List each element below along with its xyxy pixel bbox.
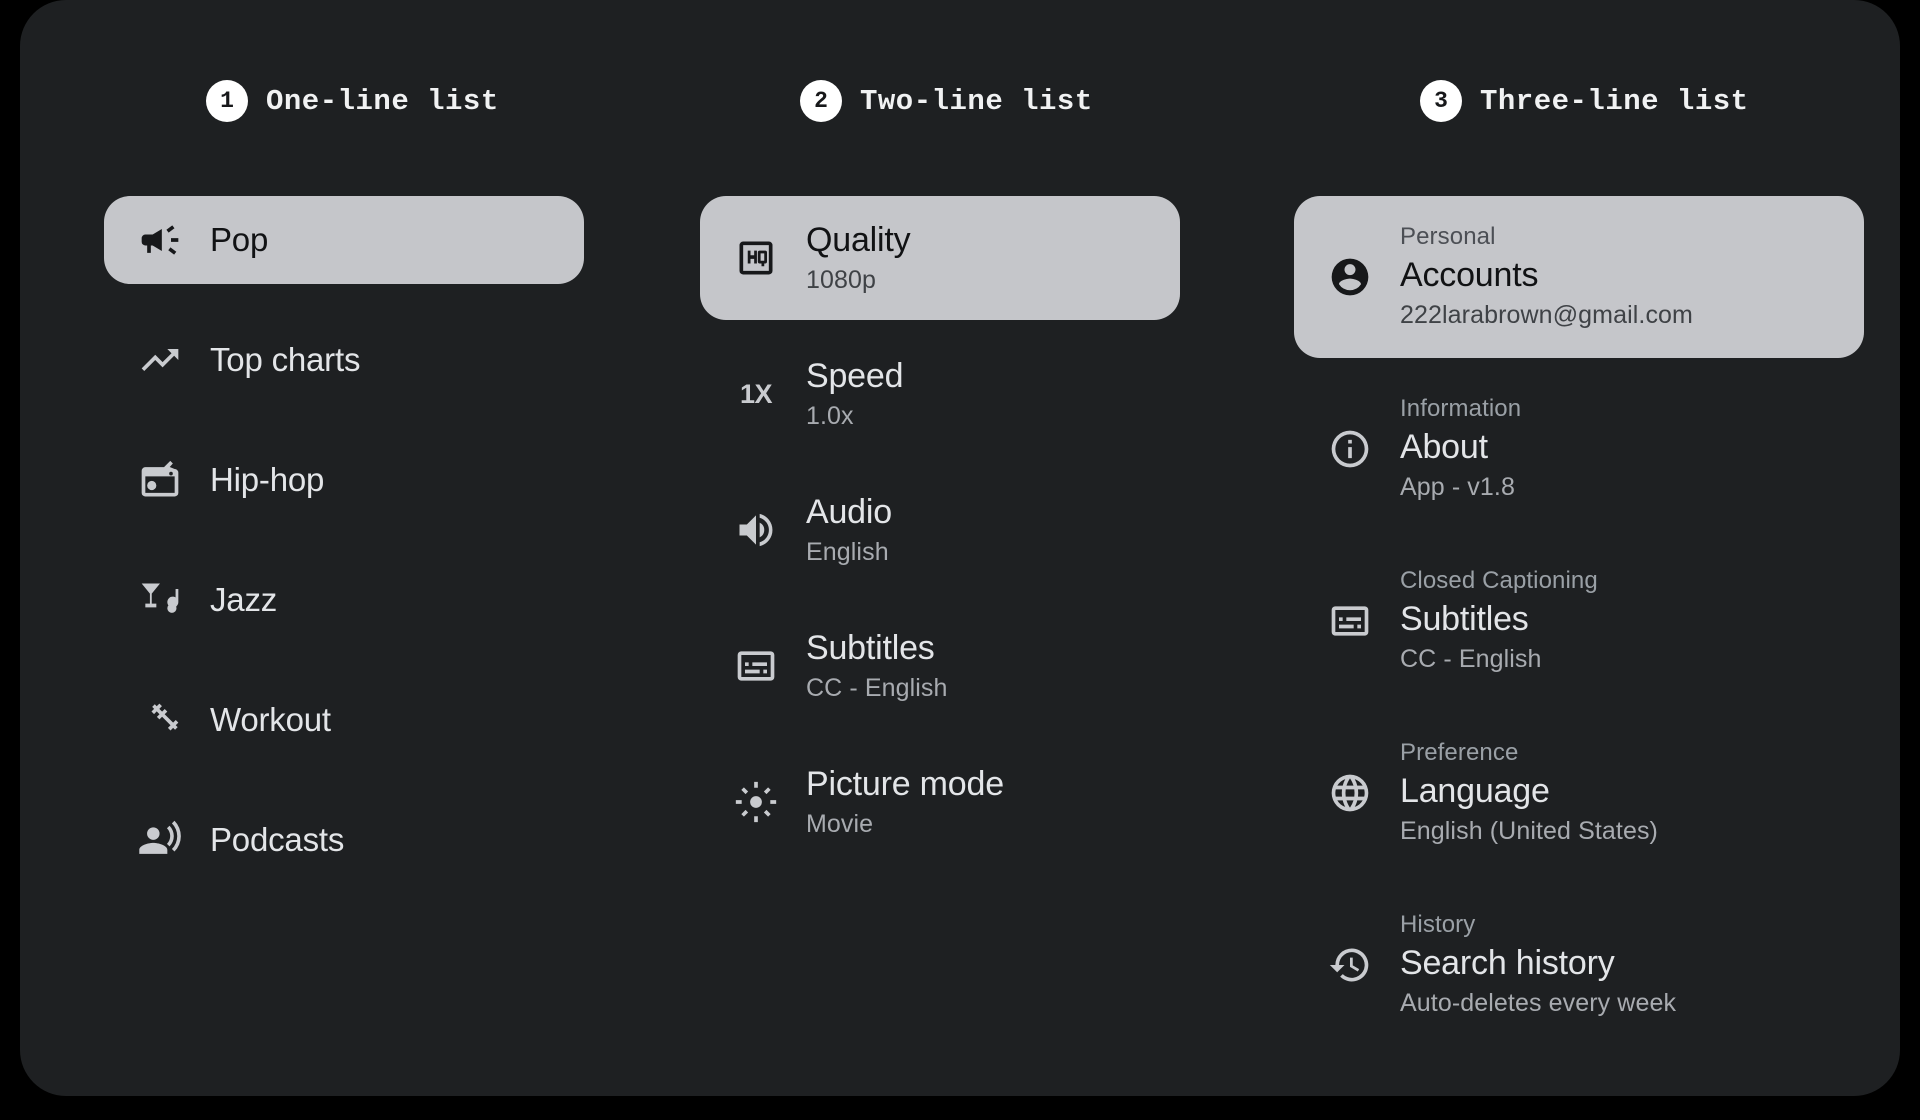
list-item-text: Pop: [210, 220, 268, 260]
subtitles-icon: [734, 644, 778, 688]
list-item-text: Personal Accounts 222larabrown@gmail.com: [1400, 222, 1693, 332]
list-item-supporting-text: 1.0x: [806, 401, 854, 430]
list-item-selected[interactable]: Personal Accounts 222larabrown@gmail.com: [1294, 196, 1864, 358]
list-item-text: Picture mode Movie: [806, 764, 1004, 841]
list-item-headline: Hip-hop: [210, 460, 325, 498]
list-item-text: Jazz: [210, 580, 277, 620]
list-item-text: Information About App - v1.8: [1400, 394, 1521, 504]
column-title-3: Three-line list: [1480, 84, 1749, 118]
list-item-text: Quality 1080p: [806, 220, 911, 297]
list-item-overline: Personal: [1400, 223, 1496, 251]
info-icon: [1328, 427, 1372, 471]
column-badge-1: 1: [206, 80, 248, 122]
speed-1x-icon: 1X: [734, 372, 778, 416]
list-item[interactable]: Subtitles CC - English: [700, 604, 1180, 728]
one-line-list: Pop Top charts Hip-hop Jazz Workout Podcasts: [104, 196, 584, 916]
podcasts-icon: [138, 818, 182, 862]
radio-icon: [138, 458, 182, 502]
column-header-one-line: 1 One-line list: [206, 78, 499, 124]
list-item-text: Workout: [210, 700, 331, 740]
list-item-headline: About: [1400, 427, 1488, 466]
list-item-headline: Subtitles: [806, 628, 935, 667]
list-item-text: Closed Captioning Subtitles CC - English: [1400, 566, 1598, 676]
list-showcase-surface: 1 One-line list 2 Two-line list 3 Three-…: [20, 0, 1900, 1096]
list-item-supporting-text: App - v1.8: [1400, 473, 1515, 502]
list-item-supporting-text: Auto-deletes every week: [1400, 989, 1677, 1018]
trending-up-icon: [138, 338, 182, 382]
two-line-list: Quality 1080p 1X Speed 1.0x Audio English Subti…: [700, 196, 1180, 876]
list-item-supporting-text: English (United States): [1400, 817, 1658, 846]
list-item-headline: Picture mode: [806, 764, 1004, 803]
list-item[interactable]: Top charts: [104, 316, 584, 404]
list-item[interactable]: 1X Speed 1.0x: [700, 332, 1180, 456]
list-item-text: History Search history Auto-deletes every …: [1400, 910, 1676, 1020]
list-item-overline: History: [1400, 911, 1476, 939]
list-item[interactable]: Information About App - v1.8: [1294, 368, 1864, 530]
list-item-supporting-text: Movie: [806, 809, 874, 838]
list-item-overline: Closed Captioning: [1400, 567, 1598, 595]
list-item[interactable]: Podcasts: [104, 796, 584, 884]
account-circle-icon: [1328, 255, 1372, 299]
brightness-icon: [734, 780, 778, 824]
list-item-headline: Pop: [210, 220, 269, 258]
list-item-text: Podcasts: [210, 820, 344, 860]
list-item-supporting-text: CC - English: [806, 673, 948, 702]
list-item-headline: Top charts: [210, 340, 361, 378]
list-item-headline: Accounts: [1400, 255, 1539, 294]
list-item-headline: Jazz: [210, 580, 278, 618]
column-header-two-line: 2 Two-line list: [800, 78, 1093, 124]
history-icon: [1328, 943, 1372, 987]
list-item-headline: Search history: [1400, 943, 1615, 982]
list-item-supporting-text: 222larabrown@gmail.com: [1400, 301, 1693, 330]
list-item-headline: Workout: [210, 700, 331, 738]
list-item[interactable]: Closed Captioning Subtitles CC - English: [1294, 540, 1864, 702]
list-item[interactable]: Workout: [104, 676, 584, 764]
volume-up-icon: [734, 508, 778, 552]
list-item-overline: Preference: [1400, 739, 1519, 767]
fitness-icon: [138, 698, 182, 742]
subtitles-icon: [1328, 599, 1372, 643]
column-badge-3: 3: [1420, 80, 1462, 122]
list-item[interactable]: Audio English: [700, 468, 1180, 592]
list-item-overline: Information: [1400, 395, 1522, 423]
list-item-text: Top charts: [210, 340, 360, 380]
list-item-headline: Podcasts: [210, 820, 345, 858]
language-icon: [1328, 771, 1372, 815]
list-item-text: Preference Language English (United States…: [1400, 738, 1658, 848]
nightlife-icon: [138, 578, 182, 622]
speed-1x-glyph: 1X: [739, 378, 773, 409]
list-item-supporting-text: 1080p: [806, 265, 877, 294]
column-header-three-line: 3 Three-line list: [1420, 78, 1749, 124]
list-item-headline: Quality: [806, 220, 911, 259]
campaign-icon: [138, 218, 182, 262]
list-item-supporting-text: English: [806, 537, 889, 566]
list-item[interactable]: Preference Language English (United States…: [1294, 712, 1864, 874]
list-item-headline: Subtitles: [1400, 599, 1529, 638]
list-item[interactable]: Jazz: [104, 556, 584, 644]
column-badge-2: 2: [800, 80, 842, 122]
list-item-text: Speed 1.0x: [806, 356, 904, 433]
column-headers: 1 One-line list 2 Two-line list 3 Three-…: [20, 78, 1900, 124]
list-item-text: Subtitles CC - English: [806, 628, 948, 705]
list-item[interactable]: History Search history Auto-deletes every …: [1294, 884, 1864, 1046]
list-item-headline: Language: [1400, 771, 1550, 810]
list-item-headline: Speed: [806, 356, 904, 395]
three-line-list: Personal Accounts 222larabrown@gmail.com In…: [1294, 196, 1864, 1056]
list-item-headline: Audio: [806, 492, 892, 531]
list-item-text: Audio English: [806, 492, 892, 569]
list-item[interactable]: Picture mode Movie: [700, 740, 1180, 864]
list-item-supporting-text: CC - English: [1400, 645, 1542, 674]
list-item-selected[interactable]: Quality 1080p: [700, 196, 1180, 320]
list-item[interactable]: Hip-hop: [104, 436, 584, 524]
column-title-2: Two-line list: [860, 84, 1093, 118]
list-item-selected[interactable]: Pop: [104, 196, 584, 284]
column-title-1: One-line list: [266, 84, 499, 118]
list-item-text: Hip-hop: [210, 460, 324, 500]
hq-icon: [734, 236, 778, 280]
